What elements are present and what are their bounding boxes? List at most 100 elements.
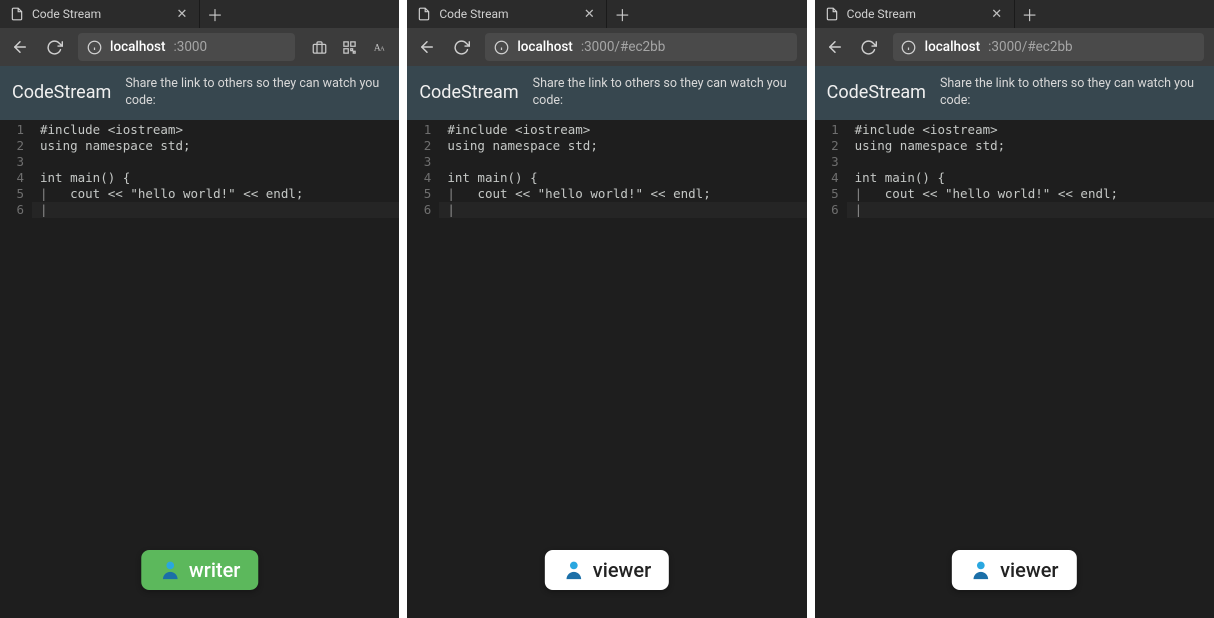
- line-number-gutter: 123456: [407, 120, 439, 618]
- line-number: 3: [0, 154, 24, 170]
- app-tagline: Share the link to others so they can wat…: [533, 76, 795, 110]
- url-rest: :3000: [173, 39, 207, 55]
- code-line[interactable]: #include <iostream>: [855, 122, 1214, 138]
- browser-tab[interactable]: Code Stream ✕: [407, 0, 607, 28]
- code-line[interactable]: using namespace std;: [40, 138, 399, 154]
- line-number: 6: [0, 202, 24, 218]
- new-tab-button[interactable]: ＋: [1015, 0, 1045, 28]
- url-host: localhost: [110, 39, 165, 55]
- code-line[interactable]: | cout << "hello world!" << endl;: [447, 186, 806, 202]
- close-icon[interactable]: ✕: [582, 7, 596, 22]
- line-number: 2: [0, 138, 24, 154]
- code-line[interactable]: [447, 154, 806, 170]
- code-line[interactable]: using namespace std;: [855, 138, 1214, 154]
- svg-text:A: A: [380, 45, 385, 52]
- tab-title: Code Stream: [32, 7, 167, 21]
- back-icon[interactable]: [10, 37, 30, 57]
- url-host: localhost: [517, 39, 572, 55]
- role-label: viewer: [593, 558, 651, 582]
- briefcase-icon[interactable]: [309, 37, 329, 57]
- address-bar[interactable]: localhost :3000/#ec2bb: [893, 33, 1204, 61]
- back-icon[interactable]: [417, 37, 437, 57]
- line-number: 3: [407, 154, 431, 170]
- role-badge: writer: [141, 550, 258, 590]
- line-number: 2: [407, 138, 431, 154]
- role-badge: viewer: [952, 550, 1076, 590]
- text-size-icon[interactable]: AA: [369, 37, 389, 57]
- browser-tab[interactable]: Code Stream ✕: [0, 0, 200, 28]
- code-line[interactable]: using namespace std;: [447, 138, 806, 154]
- code-editor[interactable]: 123456#include <iostream>using namespace…: [0, 120, 399, 618]
- reload-icon[interactable]: [451, 37, 471, 57]
- code-line[interactable]: int main() {: [40, 170, 399, 186]
- code-line[interactable]: int main() {: [447, 170, 806, 186]
- line-number: 1: [0, 122, 24, 138]
- code-line[interactable]: [855, 154, 1214, 170]
- address-bar[interactable]: localhost :3000: [78, 33, 295, 61]
- code-line[interactable]: [40, 154, 399, 170]
- close-icon[interactable]: ✕: [990, 7, 1004, 22]
- tab-title: Code Stream: [847, 7, 982, 21]
- line-number: 4: [0, 170, 24, 186]
- address-bar[interactable]: localhost :3000/#ec2bb: [485, 33, 796, 61]
- file-icon: [10, 7, 24, 21]
- code-line[interactable]: int main() {: [855, 170, 1214, 186]
- line-number: 6: [815, 202, 839, 218]
- person-icon: [159, 559, 181, 581]
- app-logo: CodeStream: [12, 82, 111, 103]
- role-badge: viewer: [545, 550, 669, 590]
- url-rest: :3000/#ec2bb: [988, 39, 1072, 55]
- line-number: 1: [815, 122, 839, 138]
- line-number: 3: [815, 154, 839, 170]
- line-number: 5: [0, 186, 24, 202]
- nav-bar: localhost :3000/#ec2bb: [407, 28, 806, 66]
- info-icon[interactable]: [493, 39, 509, 55]
- back-icon[interactable]: [825, 37, 845, 57]
- line-number: 4: [407, 170, 431, 186]
- code-line[interactable]: | cout << "hello world!" << endl;: [40, 186, 399, 202]
- url-rest: :3000/#ec2bb: [581, 39, 665, 55]
- app-logo: CodeStream: [419, 82, 518, 103]
- new-tab-button[interactable]: ＋: [607, 0, 637, 28]
- app-tagline: Share the link to others so they can wat…: [125, 76, 387, 110]
- tab-strip: Code Stream ✕ ＋: [0, 0, 399, 28]
- file-icon: [825, 7, 839, 21]
- code-area[interactable]: #include <iostream>using namespace std; i…: [32, 120, 399, 618]
- qr-icon[interactable]: [339, 37, 359, 57]
- code-editor[interactable]: 123456#include <iostream>using namespace…: [407, 120, 806, 618]
- line-number-gutter: 123456: [0, 120, 32, 618]
- line-number: 2: [815, 138, 839, 154]
- code-area[interactable]: #include <iostream>using namespace std; i…: [847, 120, 1214, 618]
- new-tab-button[interactable]: ＋: [200, 0, 230, 28]
- browser-pane: Code Stream ✕ ＋ localhost :3000/#ec2bb CodeSt…: [407, 0, 806, 618]
- code-line[interactable]: |: [447, 202, 806, 218]
- reload-icon[interactable]: [44, 37, 64, 57]
- code-line[interactable]: | cout << "hello world!" << endl;: [855, 186, 1214, 202]
- tab-title: Code Stream: [439, 7, 574, 21]
- close-icon[interactable]: ✕: [175, 7, 189, 22]
- line-number: 1: [407, 122, 431, 138]
- tab-strip: Code Stream ✕ ＋: [815, 0, 1214, 28]
- url-host: localhost: [925, 39, 980, 55]
- reload-icon[interactable]: [859, 37, 879, 57]
- browser-pane: Code Stream ✕ ＋ localhost :3000 AA CodeStream S…: [0, 0, 399, 618]
- code-area[interactable]: #include <iostream>using namespace std; i…: [439, 120, 806, 618]
- line-number: 5: [407, 186, 431, 202]
- code-line[interactable]: |: [855, 202, 1214, 218]
- nav-bar: localhost :3000/#ec2bb: [815, 28, 1214, 66]
- app-logo: CodeStream: [827, 82, 926, 103]
- app-banner: CodeStream Share the link to others so th…: [0, 66, 399, 120]
- info-icon[interactable]: [901, 39, 917, 55]
- code-line[interactable]: #include <iostream>: [40, 122, 399, 138]
- code-editor[interactable]: 123456#include <iostream>using namespace…: [815, 120, 1214, 618]
- code-line[interactable]: #include <iostream>: [447, 122, 806, 138]
- app-banner: CodeStream Share the link to others so th…: [407, 66, 806, 120]
- code-line[interactable]: |: [40, 202, 399, 218]
- file-icon: [417, 7, 431, 21]
- app-banner: CodeStreamShare the link to others so th…: [815, 66, 1214, 120]
- line-number: 4: [815, 170, 839, 186]
- info-icon[interactable]: [86, 39, 102, 55]
- browser-tab[interactable]: Code Stream ✕: [815, 0, 1015, 28]
- person-icon: [563, 559, 585, 581]
- line-number-gutter: 123456: [815, 120, 847, 618]
